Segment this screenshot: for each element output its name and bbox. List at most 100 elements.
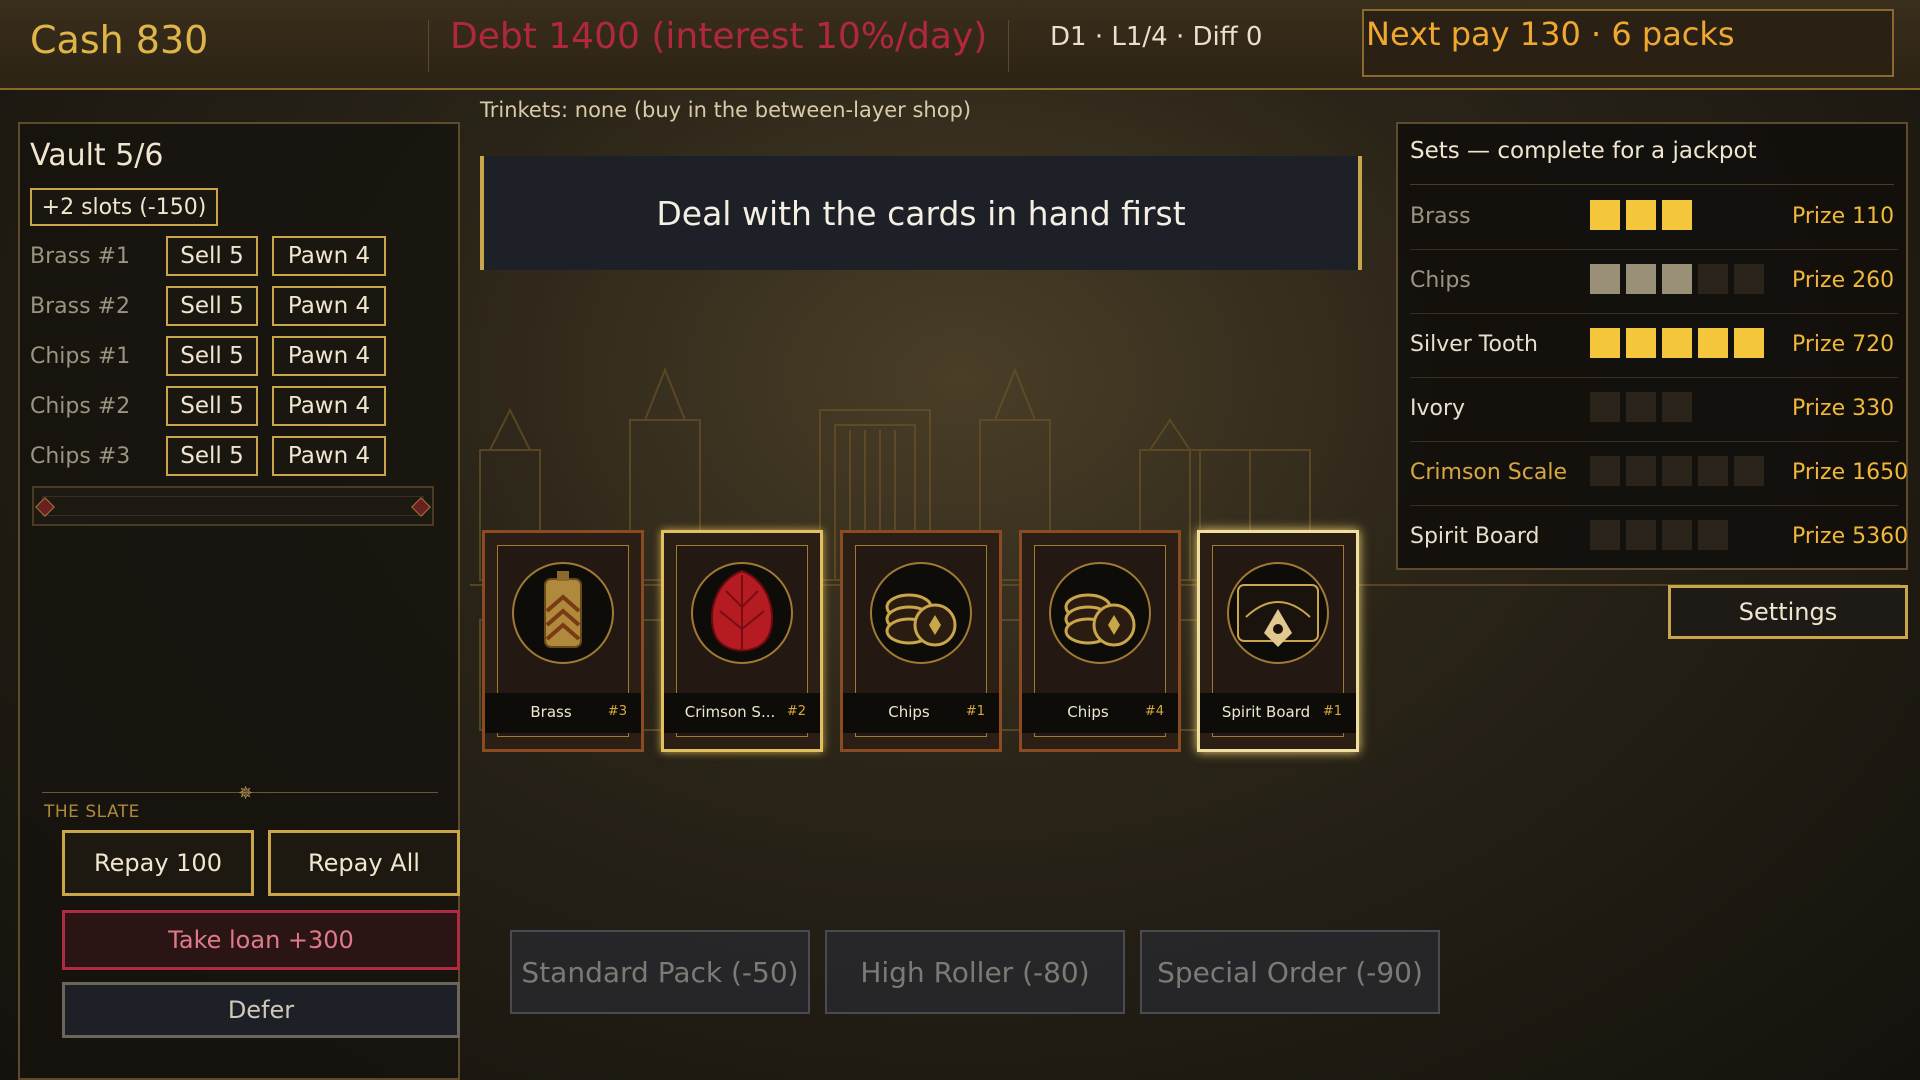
progress-pip bbox=[1626, 264, 1656, 294]
hand-card[interactable]: Brass #3 bbox=[482, 530, 644, 752]
divider bbox=[1008, 20, 1009, 72]
set-progress bbox=[1590, 520, 1728, 550]
vault-panel: Vault 5/6 +2 slots (-150) Brass #1 Sell … bbox=[18, 122, 460, 1080]
defer-button[interactable]: Defer bbox=[62, 982, 460, 1038]
sell-button[interactable]: Sell 5 bbox=[166, 386, 258, 426]
settings-button[interactable]: Settings bbox=[1668, 585, 1908, 639]
pawn-button[interactable]: Pawn 4 bbox=[272, 336, 386, 376]
progress-pip bbox=[1626, 520, 1656, 550]
hand-card[interactable]: Chips #4 bbox=[1019, 530, 1181, 752]
card-name: Crimson S... bbox=[684, 703, 776, 721]
high-roller-button[interactable]: High Roller (-80) bbox=[825, 930, 1125, 1014]
card-number: #4 bbox=[1144, 704, 1164, 719]
set-progress bbox=[1590, 392, 1692, 422]
poker-chips-icon bbox=[870, 562, 972, 664]
progress-pip bbox=[1734, 328, 1764, 358]
set-prize: Prize 260 bbox=[1792, 268, 1895, 293]
set-row: Chips Prize 260 bbox=[1398, 250, 1910, 314]
special-order-button[interactable]: Special Order (-90) bbox=[1140, 930, 1440, 1014]
progress-pip bbox=[1698, 328, 1728, 358]
next-pay-text: Next pay 130 · 6 packs bbox=[1366, 15, 1735, 53]
fan-ornament-icon: ✵ bbox=[238, 783, 254, 804]
repay-100-button[interactable]: Repay 100 bbox=[62, 830, 254, 896]
progress-pip bbox=[1626, 328, 1656, 358]
hand-card[interactable]: Crimson S... #2 bbox=[661, 530, 823, 752]
pawn-button[interactable]: Pawn 4 bbox=[272, 386, 386, 426]
set-prize: Prize 1650 bbox=[1792, 460, 1909, 485]
repay-all-button[interactable]: Repay All bbox=[268, 830, 460, 896]
vault-title: Vault 5/6 bbox=[30, 138, 164, 173]
diamond-ornament-icon bbox=[35, 497, 55, 517]
vault-item-label: Brass #1 bbox=[30, 244, 130, 269]
progress-pip bbox=[1590, 392, 1620, 422]
card-nameplate: Chips #4 bbox=[1022, 693, 1178, 733]
sell-button[interactable]: Sell 5 bbox=[166, 236, 258, 276]
card-name: Brass bbox=[530, 703, 572, 721]
next-pay-box: Next pay 130 · 6 packs bbox=[1362, 9, 1894, 77]
cash-display: Cash 830 bbox=[30, 18, 209, 62]
set-progress bbox=[1590, 200, 1692, 230]
vault-item-row: Chips #1 Sell 5 Pawn 4 bbox=[30, 336, 450, 378]
progress-pip bbox=[1662, 200, 1692, 230]
set-prize: Prize 720 bbox=[1792, 332, 1895, 357]
vault-item-label: Brass #2 bbox=[30, 294, 130, 319]
set-progress bbox=[1590, 456, 1764, 486]
day-level-info: D1 · L1/4 · Diff 0 bbox=[1050, 22, 1263, 52]
card-number: #2 bbox=[786, 704, 806, 719]
card-nameplate: Brass #3 bbox=[485, 693, 641, 733]
card-number: #1 bbox=[1322, 704, 1342, 719]
pawn-button[interactable]: Pawn 4 bbox=[272, 236, 386, 276]
sets-panel: Sets — complete for a jackpot Brass Prize… bbox=[1396, 122, 1908, 570]
progress-pip bbox=[1662, 328, 1692, 358]
slate-label: THE SLATE bbox=[44, 802, 140, 822]
card-number: #3 bbox=[607, 704, 627, 719]
pawn-button[interactable]: Pawn 4 bbox=[272, 286, 386, 326]
set-prize: Prize 5360 bbox=[1792, 524, 1909, 549]
sell-button[interactable]: Sell 5 bbox=[166, 286, 258, 326]
diamond-ornament-icon bbox=[411, 497, 431, 517]
progress-pip bbox=[1662, 392, 1692, 422]
card-name: Chips bbox=[1067, 703, 1109, 721]
hand-card[interactable]: Chips #1 bbox=[840, 530, 1002, 752]
card-number: #1 bbox=[965, 704, 985, 719]
vault-item-label: Chips #3 bbox=[30, 444, 131, 469]
card-nameplate: Crimson S... #2 bbox=[664, 693, 820, 733]
progress-pip bbox=[1626, 456, 1656, 486]
top-bar: Cash 830 Debt 1400 (interest 10%/day) D1… bbox=[0, 0, 1920, 90]
progress-pip bbox=[1698, 264, 1728, 294]
set-row: Silver Tooth Prize 720 bbox=[1398, 314, 1910, 378]
progress-pip bbox=[1734, 456, 1764, 486]
vault-item-row: Brass #2 Sell 5 Pawn 4 bbox=[30, 286, 450, 328]
progress-pip bbox=[1698, 456, 1728, 486]
progress-pip bbox=[1662, 264, 1692, 294]
status-banner: Deal with the cards in hand first bbox=[480, 156, 1362, 270]
brass-flask-icon bbox=[512, 562, 614, 664]
set-row: Spirit Board Prize 5360 bbox=[1398, 506, 1910, 570]
progress-pip bbox=[1734, 264, 1764, 294]
card-name: Chips bbox=[888, 703, 930, 721]
hand-card[interactable]: Spirit Board #1 bbox=[1197, 530, 1359, 752]
divider bbox=[1410, 184, 1894, 185]
card-nameplate: Chips #1 bbox=[843, 693, 999, 733]
progress-pip bbox=[1698, 520, 1728, 550]
pawn-button[interactable]: Pawn 4 bbox=[272, 436, 386, 476]
set-name: Silver Tooth bbox=[1410, 332, 1538, 357]
set-progress bbox=[1590, 264, 1764, 294]
sell-button[interactable]: Sell 5 bbox=[166, 336, 258, 376]
progress-pip bbox=[1590, 456, 1620, 486]
take-loan-button[interactable]: Take loan +300 bbox=[62, 910, 460, 970]
standard-pack-button[interactable]: Standard Pack (-50) bbox=[510, 930, 810, 1014]
progress-pip bbox=[1590, 328, 1620, 358]
set-name: Chips bbox=[1410, 268, 1471, 293]
add-slots-button[interactable]: +2 slots (-150) bbox=[30, 188, 218, 226]
sets-title: Sets — complete for a jackpot bbox=[1410, 138, 1757, 164]
vault-item-label: Chips #2 bbox=[30, 394, 131, 419]
progress-pip bbox=[1626, 200, 1656, 230]
sell-button[interactable]: Sell 5 bbox=[166, 436, 258, 476]
empty-vault-slot bbox=[32, 486, 434, 526]
vault-item-row: Chips #3 Sell 5 Pawn 4 bbox=[30, 436, 450, 478]
set-name: Crimson Scale bbox=[1410, 460, 1567, 485]
vault-item-row: Brass #1 Sell 5 Pawn 4 bbox=[30, 236, 450, 278]
spirit-board-icon bbox=[1227, 562, 1329, 664]
vault-item-label: Chips #1 bbox=[30, 344, 131, 369]
